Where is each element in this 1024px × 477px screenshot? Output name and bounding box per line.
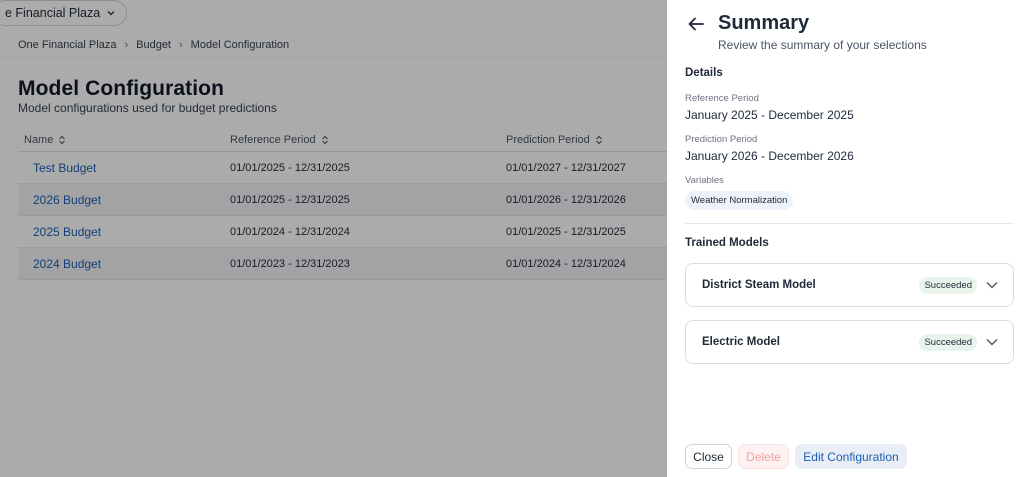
- model-card-district-steam[interactable]: District Steam Model Succeeded: [685, 263, 1014, 307]
- reference-period-value: January 2025 - December 2025: [685, 108, 854, 122]
- reference-period-label: Reference Period: [685, 93, 759, 104]
- section-divider: [685, 223, 1014, 224]
- edit-configuration-button[interactable]: Edit Configuration: [795, 444, 907, 469]
- model-name: District Steam Model: [702, 279, 816, 291]
- drawer-subtitle: Review the summary of your selections: [718, 38, 927, 52]
- variable-chip: Weather Normalization: [685, 191, 794, 210]
- chevron-down-icon[interactable]: [985, 335, 999, 349]
- model-card-electric[interactable]: Electric Model Succeeded: [685, 320, 1014, 364]
- back-button[interactable]: [686, 14, 706, 34]
- arrow-left-icon: [688, 17, 704, 31]
- trained-models-heading: Trained Models: [685, 237, 769, 249]
- delete-button[interactable]: Delete: [738, 444, 789, 469]
- drawer-title: Summary: [718, 12, 810, 34]
- chevron-down-icon[interactable]: [985, 278, 999, 292]
- prediction-period-label: Prediction Period: [685, 134, 758, 145]
- status-badge: Succeeded: [919, 333, 977, 351]
- status-badge: Succeeded: [919, 276, 977, 294]
- variables-label: Variables: [685, 175, 724, 186]
- details-heading: Details: [685, 67, 723, 79]
- modal-backdrop[interactable]: [0, 0, 667, 477]
- model-name: Electric Model: [702, 336, 780, 348]
- close-button[interactable]: Close: [685, 444, 732, 469]
- prediction-period-value: January 2026 - December 2026: [685, 149, 854, 163]
